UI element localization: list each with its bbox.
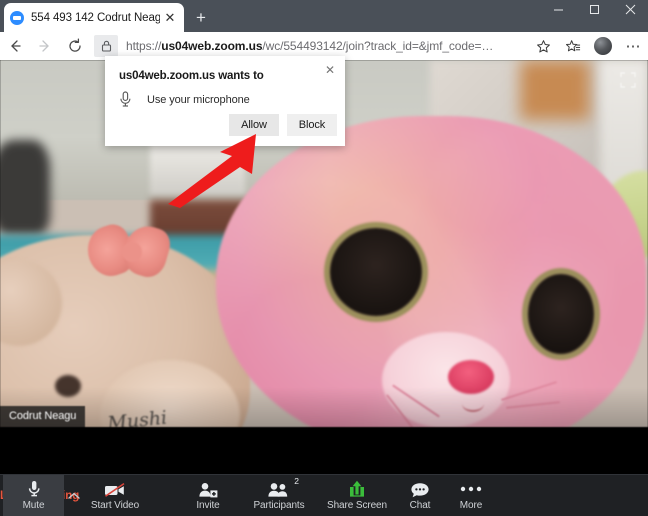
more-button[interactable]: More (448, 475, 494, 516)
people-icon: 2 (267, 476, 299, 498)
share-screen-icon (348, 480, 366, 498)
chat-button[interactable]: Chat (396, 475, 444, 516)
permission-dialog-buttons: Allow Block (229, 114, 337, 136)
url-scheme: https:// (126, 39, 162, 53)
tab-title: 554 493 142 Codrut Neagu's Zoo (31, 11, 160, 24)
plush-right-eye (528, 274, 594, 354)
window-controls (540, 0, 648, 24)
url-text: https://us04web.zoom.us/wc/554493142/joi… (118, 39, 493, 53)
url-path: /wc/554493142/join?track_id=&jmf_code=… (262, 39, 494, 53)
url-host: us04web.zoom.us (161, 39, 263, 53)
participants-count-badge: 2 (294, 476, 299, 486)
audio-options-button[interactable] (64, 475, 84, 516)
invite-label: Invite (196, 500, 220, 511)
close-icon[interactable]: ✕ (162, 10, 178, 26)
start-video-button[interactable]: Start Video (86, 475, 144, 516)
reload-icon[interactable] (60, 33, 90, 59)
mute-label: Mute (22, 500, 45, 511)
chevron-up-icon (68, 481, 80, 511)
share-screen-label: Share Screen (327, 500, 387, 511)
ellipsis-icon (460, 480, 482, 498)
share-screen-button[interactable]: Share Screen (322, 475, 392, 516)
permission-row: Use your microphone (119, 91, 250, 109)
microphone-permission-dialog: us04web.zoom.us wants to ✕ Use your micr… (105, 56, 345, 146)
browser-window: 554 493 142 Codrut Neagu's Zoo ✕ + (0, 0, 648, 516)
maximize-icon[interactable] (576, 0, 612, 24)
more-label: More (459, 500, 483, 511)
new-tab-button[interactable]: + (190, 7, 212, 29)
permission-description: Use your microphone (147, 94, 250, 106)
participant-name-badge: Codrut Neagu (0, 406, 86, 427)
chat-label: Chat (409, 500, 431, 511)
allow-button[interactable]: Allow (229, 114, 279, 136)
block-button[interactable]: Block (287, 114, 337, 136)
video-background-warm-light (520, 60, 590, 120)
fullscreen-expand-icon[interactable] (620, 72, 636, 88)
settings-more-icon[interactable]: ⋯ (618, 33, 648, 59)
participants-label: Participants (253, 500, 305, 511)
close-window-icon[interactable] (612, 0, 648, 24)
favorite-star-icon[interactable] (528, 33, 558, 59)
mute-button[interactable]: Mute (3, 475, 64, 516)
close-icon[interactable]: ✕ (322, 62, 338, 78)
add-person-icon (198, 480, 218, 498)
browser-tab[interactable]: 554 493 142 Codrut Neagu's Zoo ✕ (4, 3, 184, 32)
plush-left-eye (330, 228, 422, 316)
invite-button[interactable]: Invite (180, 475, 236, 516)
collections-icon[interactable] (558, 33, 588, 59)
bow-knot (122, 242, 142, 262)
address-bar[interactable]: https://us04web.zoom.us/wc/554493142/joi… (94, 35, 526, 57)
profile-avatar[interactable] (588, 33, 618, 59)
zoom-favicon (10, 10, 24, 25)
video-background-object (0, 140, 50, 235)
chat-bubble-icon (410, 480, 430, 498)
lock-icon[interactable] (94, 35, 118, 57)
minimize-icon[interactable] (540, 0, 576, 24)
microphone-icon (119, 91, 137, 109)
browser-titlebar: 554 493 142 Codrut Neagu's Zoo ✕ + (0, 0, 648, 32)
teddy-bear-bow (81, 220, 184, 286)
camera-off-icon (104, 480, 126, 498)
forward-icon (30, 33, 60, 59)
zoom-meeting-toolbar: Mute Start Video Invite 2 Participants S… (0, 474, 648, 516)
back-icon[interactable] (0, 33, 30, 59)
permission-dialog-title: us04web.zoom.us wants to (119, 70, 264, 82)
start-video-label: Start Video (90, 500, 140, 511)
video-bottom-gradient (0, 387, 648, 427)
participants-button[interactable]: 2 Participants (246, 475, 312, 516)
microphone-icon (27, 480, 41, 498)
avatar (594, 37, 612, 55)
